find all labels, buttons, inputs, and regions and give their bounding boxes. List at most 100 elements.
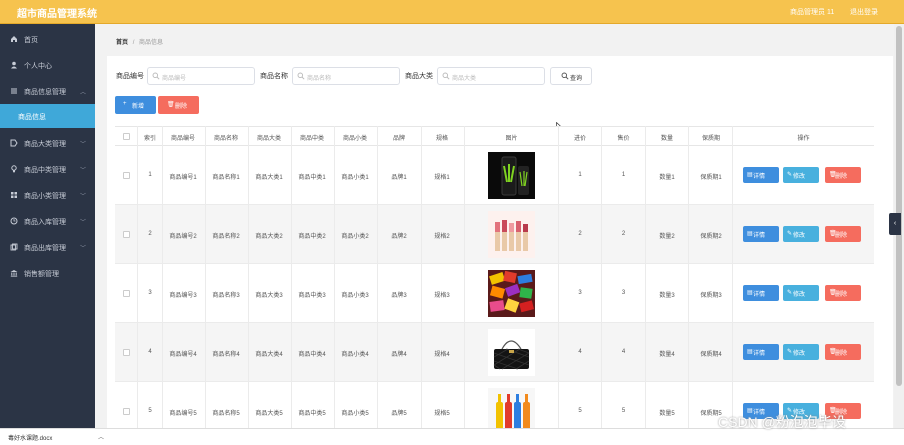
- delete-button-label: 删除: [835, 351, 848, 357]
- sidebar-item-label: 个人中心: [24, 63, 52, 70]
- user-icon: [11, 61, 17, 69]
- detail-button-label: 详情: [753, 233, 766, 239]
- delete-button[interactable]: 🗑 删除: [825, 285, 861, 301]
- delete-button[interactable]: 🗑 删除: [825, 226, 861, 242]
- cell-cost: 5: [578, 408, 582, 414]
- column-divider: [205, 126, 206, 445]
- doc-icon: ▤: [747, 172, 753, 178]
- sidebar-item-stock-out[interactable]: 商品出库管理 ﹀: [0, 234, 95, 260]
- cell-shelf-life: 保质期1: [700, 175, 722, 181]
- delete-button-label: 删除: [835, 174, 848, 180]
- product-image-energy-drink: [488, 152, 535, 199]
- cell-index: 1: [148, 172, 152, 178]
- row-checkbox[interactable]: [123, 172, 130, 179]
- sidebar-subitem-product-info[interactable]: 商品信息: [0, 104, 95, 128]
- detail-button[interactable]: ▤ 详情: [743, 167, 779, 183]
- sidebar-item-stock-in[interactable]: 商品入库管理 ﹀: [0, 208, 95, 234]
- sidebar-item-label: 商品信息管理: [24, 89, 66, 96]
- select-all-checkbox[interactable]: [123, 133, 130, 140]
- detail-button[interactable]: ▤ 详情: [743, 344, 779, 360]
- cell-shelf-life: 保质期4: [700, 352, 722, 358]
- chevron-down-icon: ﹀: [80, 142, 87, 148]
- delete-button[interactable]: 🗑 删除: [825, 344, 861, 360]
- detail-button[interactable]: ▤ 详情: [743, 226, 779, 242]
- header-name: 商品名称: [213, 136, 238, 142]
- delete-button[interactable]: 🗑 删除: [825, 167, 861, 183]
- product-name-label: 商品名称: [260, 73, 288, 80]
- row-checkbox[interactable]: [123, 408, 130, 415]
- header-cost: 进价: [573, 136, 586, 142]
- current-user[interactable]: 商品管理员 11: [790, 7, 834, 17]
- cell-mid-category: 商品中类1: [298, 175, 326, 181]
- detail-button[interactable]: ▤ 详情: [743, 285, 779, 301]
- sidebar-item-category-small[interactable]: 商品小类管理 ﹀: [0, 182, 95, 208]
- row-checkbox[interactable]: [123, 290, 130, 297]
- tag-icon: [10, 139, 18, 147]
- cell-small-category: 商品小类1: [341, 175, 369, 181]
- column-divider: [421, 126, 422, 445]
- cell-price: 1: [621, 172, 626, 178]
- sidebar-item-profile[interactable]: 个人中心: [0, 52, 95, 78]
- edit-button[interactable]: ✎ 修改: [783, 167, 819, 183]
- detail-button-label: 详情: [753, 174, 766, 180]
- edit-button[interactable]: ✎ 修改: [783, 226, 819, 242]
- cell-mid-category: 商品中类3: [298, 293, 326, 299]
- cell-brand: 品牌3: [391, 293, 407, 299]
- product-category-input[interactable]: 商品大类: [437, 67, 545, 85]
- product-code-input[interactable]: 商品编号: [147, 67, 255, 85]
- table-row: 2 商品编号2 商品名称2 商品大类2 商品中类2 商品小类2 品牌2 规格2 …: [115, 205, 874, 264]
- chevron-up-icon[interactable]: ︿: [98, 432, 104, 441]
- sidebar-item-home[interactable]: 首页: [0, 26, 95, 52]
- header-code: 商品编号: [170, 136, 195, 142]
- plus-icon: +: [123, 101, 127, 107]
- pencil-icon: ✎: [787, 349, 793, 355]
- cell-price: 2: [621, 231, 626, 237]
- sidebar: 首页 个人中心 商品信息管理 ︿ 商品信息 商品大类管理 ﹀ 商品中类管理 ﹀ …: [0, 24, 95, 445]
- cell-name: 商品名称2: [212, 234, 240, 240]
- sidebar-item-category-big[interactable]: 商品大类管理 ﹀: [0, 130, 95, 156]
- column-divider: [377, 126, 378, 445]
- row-checkbox[interactable]: [123, 231, 130, 238]
- sidebar-item-product-info[interactable]: 商品信息管理 ︿: [0, 78, 95, 104]
- cell-small-category: 商品小类2: [341, 234, 369, 240]
- row-checkbox[interactable]: [123, 349, 130, 356]
- pencil-icon: ✎: [787, 231, 793, 237]
- cell-quantity: 数量2: [659, 234, 675, 240]
- edit-button[interactable]: ✎ 修改: [783, 344, 819, 360]
- cell-brand: 品牌4: [391, 352, 407, 358]
- sidebar-item-label: 商品中类管理: [24, 167, 66, 174]
- watermark: CSDN @粉泡泡毕设: [718, 414, 846, 430]
- header-big-category: 商品大类: [256, 136, 281, 142]
- cell-quantity: 数量5: [659, 411, 675, 417]
- add-button[interactable]: + 新增: [115, 96, 156, 114]
- sidebar-item-category-mid[interactable]: 商品中类管理 ﹀: [0, 156, 95, 182]
- chevron-down-icon: ﹀: [80, 194, 87, 200]
- edit-button[interactable]: ✎ 修改: [783, 285, 819, 301]
- product-name-placeholder: 商品名称: [307, 76, 332, 82]
- pencil-icon: ✎: [787, 172, 793, 178]
- column-divider: [645, 126, 646, 445]
- top-bar: 超市商品管理系统 商品管理员 11 退出登录: [0, 0, 904, 24]
- sidebar-item-sales[interactable]: 销售额管理: [0, 260, 95, 286]
- chevron-left-icon[interactable]: ‹: [889, 213, 901, 235]
- chevron-down-icon: ﹀: [80, 246, 87, 252]
- chevron-down-icon: ﹀: [80, 168, 87, 174]
- table-header: 索引 商品编号 商品名称 商品大类 商品中类 商品小类 品牌 规格 图片 进价 …: [115, 126, 874, 146]
- breadcrumb-home[interactable]: 首页: [116, 40, 128, 46]
- scrollbar-thumb[interactable]: [896, 26, 902, 386]
- sidebar-item-label: 首页: [24, 37, 38, 44]
- cell-quantity: 数量1: [659, 175, 675, 181]
- cell-code: 商品编号4: [169, 352, 197, 358]
- batch-delete-button[interactable]: 🗑 删除: [158, 96, 199, 114]
- downloaded-file[interactable]: 毒好水课题.docx: [8, 433, 52, 442]
- logout-link[interactable]: 退出登录: [850, 7, 878, 17]
- product-name-input[interactable]: 商品名称: [292, 67, 400, 85]
- column-divider: [732, 126, 733, 445]
- cell-mid-category: 商品中类2: [298, 234, 326, 240]
- cell-index: 3: [148, 290, 152, 296]
- cell-cost: 1: [578, 172, 582, 178]
- query-button[interactable]: 查询: [550, 67, 592, 85]
- cell-big-category: 商品大类2: [255, 234, 283, 240]
- column-divider: [162, 126, 163, 445]
- cell-brand: 品牌1: [391, 175, 407, 181]
